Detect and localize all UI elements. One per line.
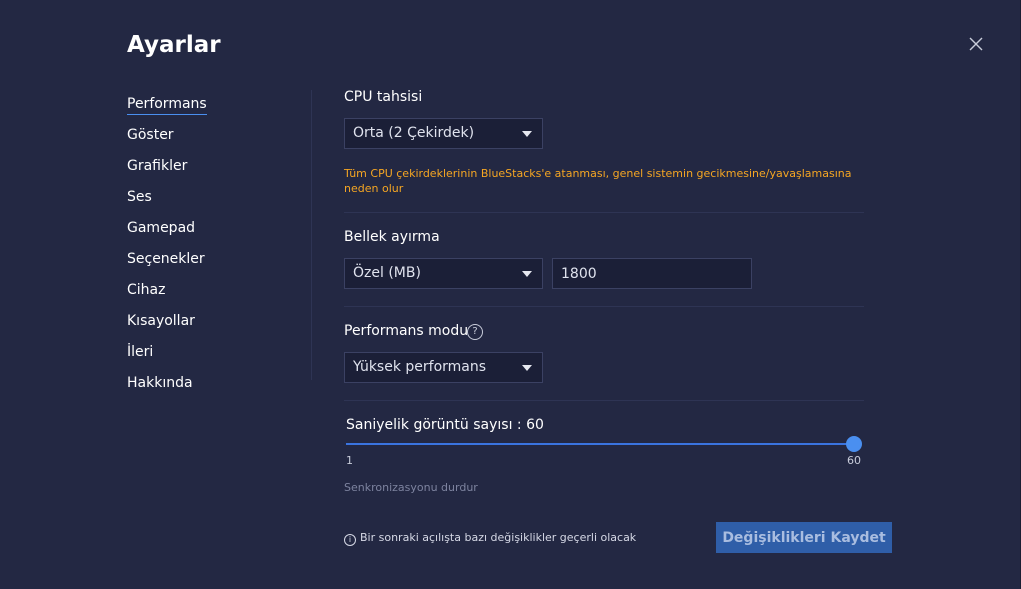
sidebar-item-cihaz[interactable]: Cihaz: [127, 280, 307, 311]
memory-mb-input[interactable]: [552, 258, 752, 289]
close-icon: [969, 37, 983, 51]
restart-note-text: Bir sonraki açılışta bazı değişiklikler …: [360, 531, 637, 544]
sidebar-item-label: Cihaz: [127, 282, 166, 298]
save-changes-button[interactable]: Değişiklikleri Kaydet: [716, 522, 892, 553]
sidebar-item-performans[interactable]: Performans: [127, 94, 307, 125]
sidebar-item-ileri[interactable]: İleri: [127, 342, 307, 373]
memory-allocation-value: Özel (MB): [353, 265, 421, 281]
performance-mode-dropdown[interactable]: Yüksek performans: [344, 352, 543, 383]
caret-down-icon: [522, 365, 532, 371]
fps-min-label: 1: [346, 454, 353, 467]
fps-slider-thumb[interactable]: [846, 436, 862, 452]
section-divider: [344, 400, 864, 401]
sidebar-item-label: Seçenekler: [127, 251, 205, 267]
sidebar-item-hakkinda[interactable]: Hakkında: [127, 373, 307, 404]
close-button[interactable]: [964, 32, 988, 56]
sidebar-item-ses[interactable]: Ses: [127, 187, 307, 218]
caret-down-icon: [522, 131, 532, 137]
sidebar-item-label: Ses: [127, 189, 152, 205]
sidebar-item-label: İleri: [127, 344, 154, 360]
fps-slider-track[interactable]: [346, 443, 854, 445]
caret-down-icon: [522, 271, 532, 277]
sidebar-divider: [311, 90, 312, 380]
fps-label: Saniyelik görüntü sayısı : 60: [346, 417, 544, 433]
sidebar-item-label: Hakkında: [127, 375, 193, 391]
sidebar-item-label: Gamepad: [127, 220, 196, 236]
settings-sidebar: Performans Göster Grafikler Ses Gamepad …: [127, 94, 307, 404]
help-icon[interactable]: ?: [467, 324, 483, 340]
cpu-warning-text: Tüm CPU çekirdeklerinin BlueStacks'e ata…: [344, 167, 852, 195]
memory-allocation-dropdown[interactable]: Özel (MB): [344, 258, 543, 289]
vsync-toggle-label[interactable]: Senkronizasyonu durdur: [344, 481, 478, 494]
sidebar-item-kisayollar[interactable]: Kısayollar: [127, 311, 307, 342]
sidebar-item-goster[interactable]: Göster: [127, 125, 307, 156]
cpu-allocation-label: CPU tahsisi: [344, 89, 423, 105]
restart-note: i Bir sonraki açılışta bazı değişiklikler…: [344, 531, 636, 546]
cpu-allocation-dropdown[interactable]: Orta (2 Çekirdek): [344, 118, 543, 149]
section-divider: [344, 212, 864, 213]
memory-allocation-label: Bellek ayırma: [344, 229, 440, 245]
info-icon: i: [344, 534, 356, 546]
cpu-allocation-value: Orta (2 Çekirdek): [353, 125, 475, 141]
sidebar-item-gamepad[interactable]: Gamepad: [127, 218, 307, 249]
section-divider: [344, 306, 864, 307]
sidebar-item-label: Kısayollar: [127, 313, 195, 329]
sidebar-item-label: Grafikler: [127, 158, 188, 174]
fps-max-label: 60: [847, 454, 861, 467]
settings-window: Ayarlar Performans Göster Grafikler Ses …: [0, 0, 1021, 589]
sidebar-item-secenekler[interactable]: Seçenekler: [127, 249, 307, 280]
sidebar-item-label: Göster: [127, 127, 174, 143]
performance-mode-label: Performans modu: [344, 323, 469, 339]
sidebar-item-grafikler[interactable]: Grafikler: [127, 156, 307, 187]
sidebar-item-label: Performans: [127, 95, 207, 115]
performance-mode-value: Yüksek performans: [353, 359, 487, 375]
page-title: Ayarlar: [127, 32, 221, 58]
